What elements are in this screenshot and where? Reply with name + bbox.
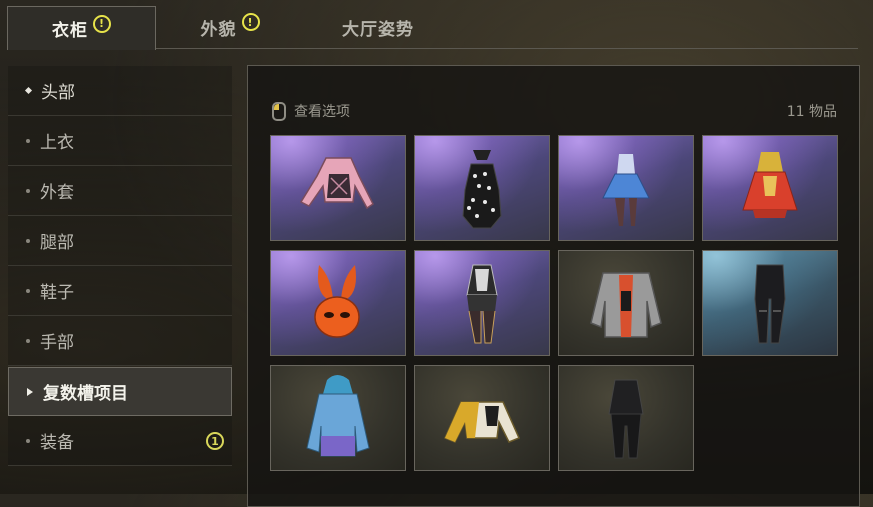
bullet-icon [26,238,30,243]
sidebar-item-label: 装备 [40,433,74,453]
tab-bar: 衣柜 ! 外貌 ! 大厅姿势 [0,0,873,50]
gray-jacket-icon [590,272,662,338]
item-tile[interactable] [414,250,550,356]
item-tile[interactable] [558,135,694,241]
tab-appearance[interactable]: 外貌 ! [170,6,290,48]
item-tile[interactable] [702,250,838,356]
bullet-icon [26,288,30,293]
bullet-icon [24,86,33,95]
item-panel: 查看选项 11 物品 [247,65,860,507]
blue-hoodie-icon [306,375,370,457]
sidebar-item-label: 头部 [41,83,75,103]
blue-dress-outfit-icon [602,154,650,226]
sidebar-item-hands[interactable]: 手部 [8,316,232,366]
sidebar-item-shoes[interactable]: 鞋子 [8,266,232,316]
sidebar-item-label: 上衣 [40,133,74,153]
item-tile[interactable] [270,250,406,356]
sidebar-item-label: 复数槽项目 [43,384,128,404]
polka-dot-swimsuit-icon [462,150,502,229]
bullet-icon [26,338,30,343]
item-tile[interactable] [270,365,406,471]
sidebar-item-legs[interactable]: 腿部 [8,216,232,266]
sidebar-item-label: 外套 [40,183,74,203]
black-pants-icon [754,264,786,344]
tab-label: 衣柜 [52,21,88,41]
bullet-icon [26,138,30,143]
tab-label: 外貌 [200,19,237,40]
tab-wardrobe[interactable]: 衣柜 ! [7,6,156,50]
sidebar-item-label: 腿部 [40,233,74,253]
sidebar-item-label: 手部 [40,333,74,353]
rider-suit-icon [466,264,498,344]
view-options-button[interactable]: 查看选项 [272,101,350,121]
sidebar-item-label: 鞋子 [40,283,74,303]
mouse-icon [272,101,286,121]
pink-cropped-jacket-icon [299,157,374,210]
item-tile[interactable] [270,135,406,241]
item-tile[interactable] [414,135,550,241]
item-tile[interactable] [414,365,550,471]
view-options-label: 查看选项 [294,104,350,120]
selected-arrow-icon [27,387,33,396]
bullet-icon [26,438,30,443]
category-sidebar: 头部 上衣 外套 腿部 鞋子 手部 复数槽项目 装备 1 [8,66,232,466]
sidebar-item-multi-slot[interactable]: 复数槽项目 [8,367,232,416]
bunny-mask-icon [314,265,360,338]
item-count: 11 物品 [786,104,837,120]
red-dress-outfit-icon [742,152,798,218]
black-suit-icon [608,379,644,459]
sidebar-item-top[interactable]: 上衣 [8,116,232,166]
sidebar-item-head[interactable]: 头部 [8,66,232,116]
sidebar-item-gear[interactable]: 装备 1 [8,416,232,466]
alert-icon: ! [241,13,260,31]
item-tile[interactable] [702,135,838,241]
tab-label: 大厅姿势 [342,19,414,40]
sidebar-item-outerwear[interactable]: 外套 [8,166,232,216]
item-tile[interactable] [558,250,694,356]
alert-icon: ! [93,14,111,33]
bullet-icon [26,188,30,193]
count-badge: 1 [206,432,224,450]
item-tile[interactable] [558,365,694,471]
yellow-white-jacket-icon [443,401,521,443]
tab-lobby-pose[interactable]: 大厅姿势 [318,6,438,48]
